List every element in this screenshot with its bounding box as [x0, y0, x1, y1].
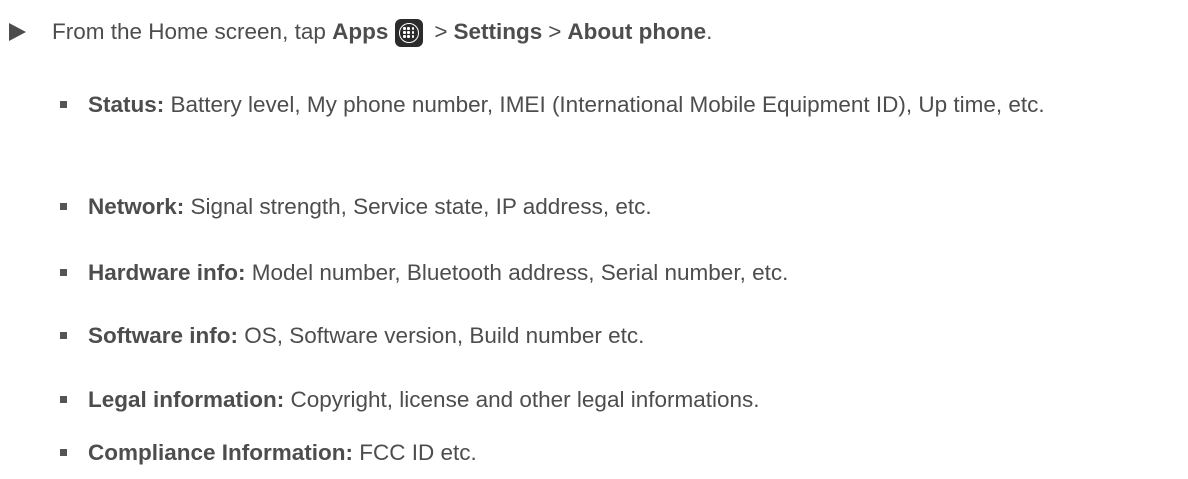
item-text: Signal strength, Service state, IP addre…: [184, 194, 652, 219]
item-text: FCC ID etc.: [353, 440, 477, 465]
list-item: Hardware info: Model number, Bluetooth a…: [60, 254, 1178, 292]
item-term: Network:: [88, 194, 185, 219]
item-term: Status:: [88, 92, 165, 117]
instruction-step: From the Home screen, tap Apps > Setting…: [0, 12, 712, 52]
item-term: Compliance Information:: [88, 440, 354, 465]
square-bullet-icon: [60, 101, 67, 108]
square-bullet-icon: [60, 396, 67, 403]
about-phone-label: About phone: [567, 19, 707, 44]
list-item: Compliance Information: FCC ID etc.: [60, 434, 1178, 472]
item-term: Legal information:: [88, 387, 285, 412]
list-item: Legal information: Copyright, license an…: [60, 381, 1178, 419]
triangle-right-icon: [9, 23, 26, 41]
item-text: Copyright, license and other legal infor…: [284, 387, 760, 412]
square-bullet-icon: [60, 203, 67, 210]
step-end: .: [706, 19, 713, 44]
list-item: Status: Battery level, My phone number, …: [60, 86, 1178, 124]
list-item: Software info: OS, Software version, Bui…: [60, 317, 1178, 355]
list-item: Network: Signal strength, Service state,…: [60, 188, 1178, 226]
item-text: OS, Software version, Build number etc.: [238, 323, 645, 348]
settings-label: Settings: [453, 19, 543, 44]
apps-label: Apps: [332, 19, 389, 44]
item-text: Model number, Bluetooth address, Serial …: [245, 260, 789, 285]
square-bullet-icon: [60, 449, 67, 456]
square-bullet-icon: [60, 332, 67, 339]
item-text: Battery level, My phone number, IMEI (In…: [164, 92, 1045, 117]
apps-grid-icon: [395, 19, 424, 47]
step-prefix: From the Home screen, tap: [52, 19, 326, 44]
item-term: Software info:: [88, 323, 238, 348]
separator: >: [434, 19, 448, 44]
square-bullet-icon: [60, 269, 67, 276]
separator: >: [548, 19, 562, 44]
item-term: Hardware info:: [88, 260, 246, 285]
